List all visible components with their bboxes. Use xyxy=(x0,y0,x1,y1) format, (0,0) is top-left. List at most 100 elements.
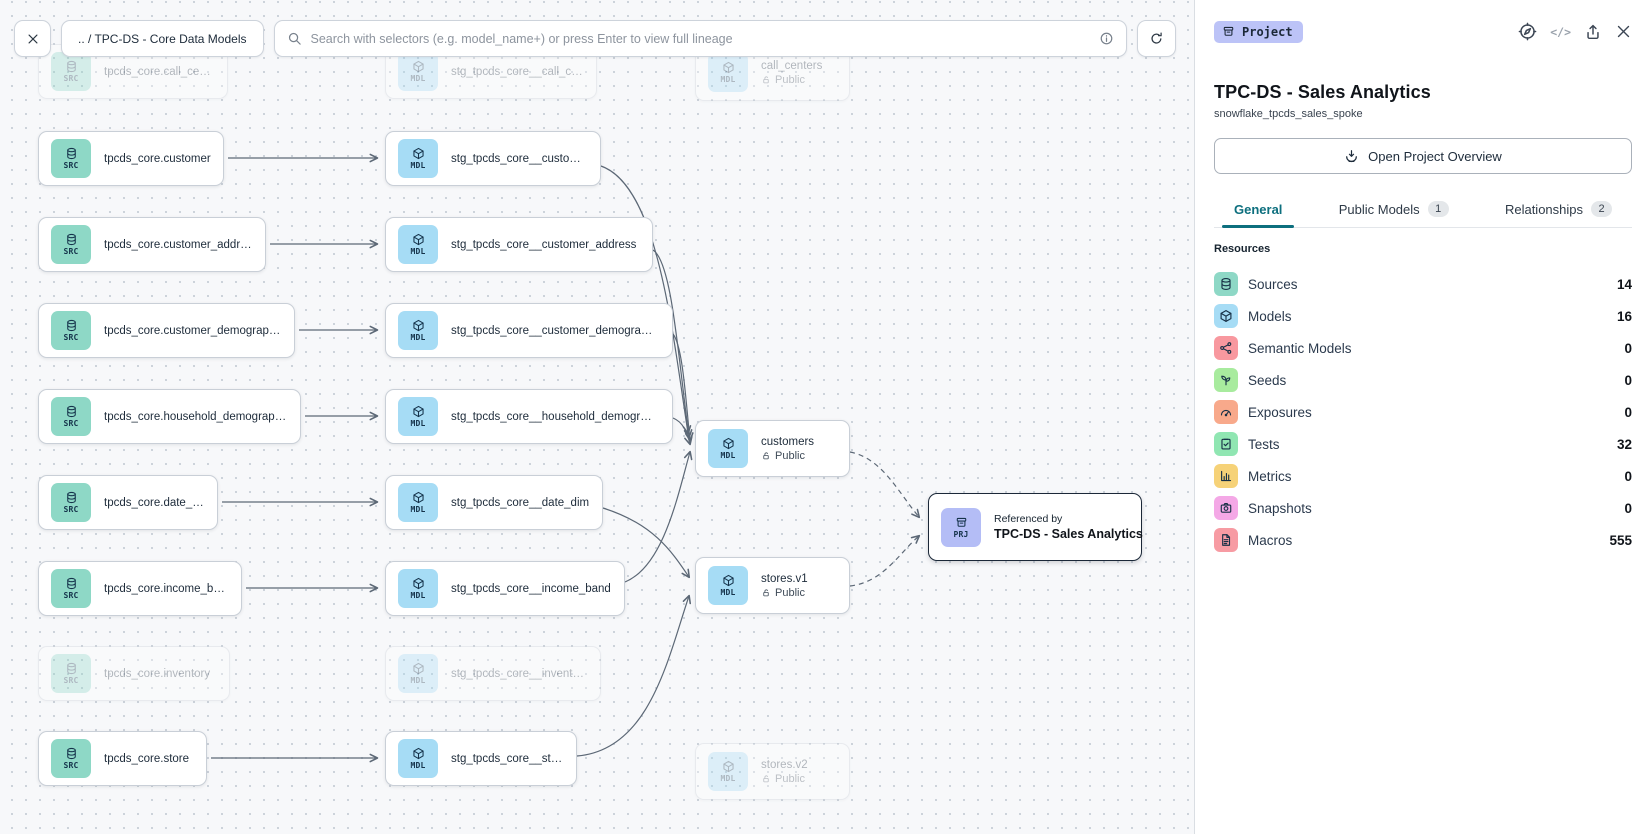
node-src-household-demographics[interactable]: SRCtpcds_core.household_demographics xyxy=(38,389,301,444)
tab-general[interactable]: General xyxy=(1220,201,1296,227)
lineage-search-input[interactable] xyxy=(311,32,1091,46)
seedling-icon xyxy=(1219,373,1233,387)
resource-row-models[interactable]: Models16 xyxy=(1214,300,1632,332)
node-mdl-customer-demographics[interactable]: MDL stg_tpcds_core__customer_demogra… xyxy=(385,303,673,358)
mdl-type-badge: MDL xyxy=(398,397,438,436)
cube-icon xyxy=(722,437,735,450)
node-src-inventory[interactable]: SRCtpcds_core.inventory xyxy=(38,646,230,701)
node-src-income-band[interactable]: SRCtpcds_core.income_band xyxy=(38,561,242,616)
node-mdl-date-dim[interactable]: MDLstg_tpcds_core__date_dim xyxy=(385,475,603,530)
resource-row-metrics[interactable]: Metrics0 xyxy=(1214,460,1632,492)
node-pub-customers[interactable]: MDLcustomersPublic xyxy=(695,420,850,477)
close-panel-button[interactable] xyxy=(1615,23,1632,40)
tab-relationships[interactable]: Relationships2 xyxy=(1491,201,1626,227)
code-icon[interactable]: </> xyxy=(1550,25,1571,39)
mdl-type-badge: MDL xyxy=(708,752,748,791)
cube-icon xyxy=(412,491,425,504)
cube-icon xyxy=(412,147,425,160)
lineage-toolbar: .. / TPC-DS - Core Data Models xyxy=(14,20,1176,57)
node-src-store[interactable]: SRCtpcds_core.store xyxy=(38,731,207,786)
lock-open-icon xyxy=(761,774,771,784)
node-pub-stores-v1[interactable]: MDLstores.v1Public xyxy=(695,557,850,614)
project-details-panel: Project </> TPC-DS - Sales Analytics sno… xyxy=(1195,0,1648,834)
resource-count: 14 xyxy=(1617,277,1632,292)
semantic-model-icon xyxy=(1219,341,1233,355)
camera-icon xyxy=(1219,501,1233,515)
cube-icon xyxy=(412,319,425,332)
close-lineage-button[interactable] xyxy=(14,20,51,57)
resource-count: 0 xyxy=(1624,373,1632,388)
tab-count-badge: 2 xyxy=(1591,201,1612,217)
document-icon xyxy=(1214,528,1238,552)
resource-count: 16 xyxy=(1617,309,1632,324)
share-icon[interactable] xyxy=(1584,23,1602,41)
resource-row-snapshots[interactable]: Snapshots0 xyxy=(1214,492,1632,524)
refresh-button[interactable] xyxy=(1137,20,1176,57)
panel-tabs: General Public Models1 Relationships2 xyxy=(1214,201,1632,228)
lock-open-icon xyxy=(761,75,771,85)
node-src-customer-demographics[interactable]: SRCtpcds_core.customer_demographics xyxy=(38,303,295,358)
cube-icon xyxy=(722,574,735,587)
resource-row-sources[interactable]: Sources14 xyxy=(1214,268,1632,300)
resource-row-tests[interactable]: Tests32 xyxy=(1214,428,1632,460)
database-icon xyxy=(1219,277,1233,291)
node-src-date-dim[interactable]: SRCtpcds_core.date_dim xyxy=(38,475,218,530)
node-project-tpcds-sales-analytics[interactable]: PRJ Referenced by TPC-DS - Sales Analyti… xyxy=(928,493,1142,561)
breadcrumb[interactable]: .. / TPC-DS - Core Data Models xyxy=(61,20,264,57)
archive-icon xyxy=(955,516,968,529)
database-icon xyxy=(65,747,78,760)
node-label: stg_tpcds_core__income_band xyxy=(451,583,611,595)
node-mdl-customer-address[interactable]: MDLstg_tpcds_core__customer_address xyxy=(385,217,653,272)
node-label: tpcds_core.inventory xyxy=(104,668,210,680)
resources-heading: Resources xyxy=(1214,243,1632,255)
tab-count-badge: 1 xyxy=(1428,201,1449,217)
mdl-type-badge: MDL xyxy=(398,52,438,91)
src-type-badge: SRC xyxy=(51,52,91,91)
lock-open-icon xyxy=(761,451,771,461)
node-label: stg_tpcds_core__customer_address xyxy=(451,239,636,251)
close-icon xyxy=(1615,23,1632,40)
resource-row-macros[interactable]: Macros555 xyxy=(1214,524,1632,556)
node-label: tpcds_core.income_band xyxy=(104,583,229,595)
refresh-icon xyxy=(1149,31,1164,46)
node-src-customer-address[interactable]: SRCtpcds_core.customer_address xyxy=(38,217,266,272)
seedling-icon xyxy=(1214,368,1238,392)
resource-count: 555 xyxy=(1609,533,1632,548)
tab-public-models[interactable]: Public Models1 xyxy=(1325,201,1463,227)
lineage-canvas[interactable]: PRJ Referenced by TPC-DS - Sales Analyti… xyxy=(0,0,1195,834)
node-label: customers xyxy=(761,436,814,448)
explore-lineage-button[interactable] xyxy=(1518,22,1537,41)
node-mdl-store[interactable]: MDLstg_tpcds_core__store xyxy=(385,731,577,786)
resources-list: Sources14Models16Semantic Models0Seeds0E… xyxy=(1214,268,1632,556)
node-mdl-household-demographics[interactable]: MDLstg_tpcds_core__household_demogr… xyxy=(385,389,673,444)
lock-open-icon xyxy=(761,588,771,598)
src-type-badge: SRC xyxy=(51,139,91,178)
compass-icon xyxy=(1518,22,1537,41)
resource-row-seeds[interactable]: Seeds0 xyxy=(1214,364,1632,396)
resource-row-exposures[interactable]: Exposures0 xyxy=(1214,396,1632,428)
node-label: stg_tpcds_core__customer_demogra… xyxy=(451,325,652,337)
database-icon xyxy=(65,577,78,590)
src-type-badge: SRC xyxy=(51,311,91,350)
database-icon xyxy=(65,60,78,73)
node-mdl-customer[interactable]: MDLstg_tpcds_core__customer xyxy=(385,131,601,186)
public-tag: Public xyxy=(761,74,822,86)
mdl-type-badge: MDL xyxy=(398,311,438,350)
bar-chart-icon xyxy=(1214,464,1238,488)
resource-row-semantic-models[interactable]: Semantic Models0 xyxy=(1214,332,1632,364)
info-icon[interactable] xyxy=(1099,31,1114,46)
search-icon xyxy=(287,31,302,46)
src-type-badge: SRC xyxy=(51,225,91,264)
node-mdl-inventory[interactable]: MDLstg_tpcds_core__inventory xyxy=(385,646,601,701)
node-label: tpcds_core.store xyxy=(104,753,189,765)
node-pub-stores-v2[interactable]: MDLstores.v2Public xyxy=(695,743,850,800)
camera-icon xyxy=(1214,496,1238,520)
node-mdl-income-band[interactable]: MDLstg_tpcds_core__income_band xyxy=(385,561,625,616)
node-label: stg_tpcds_core__date_dim xyxy=(451,497,589,509)
mdl-type-badge: MDL xyxy=(398,739,438,778)
node-src-customer[interactable]: SRCtpcds_core.customer xyxy=(38,131,224,186)
open-project-overview-button[interactable]: Open Project Overview xyxy=(1214,138,1632,174)
document-icon xyxy=(1219,533,1233,547)
node-label: stg_tpcds_core__customer xyxy=(451,153,588,165)
open-overview-icon xyxy=(1344,149,1359,164)
